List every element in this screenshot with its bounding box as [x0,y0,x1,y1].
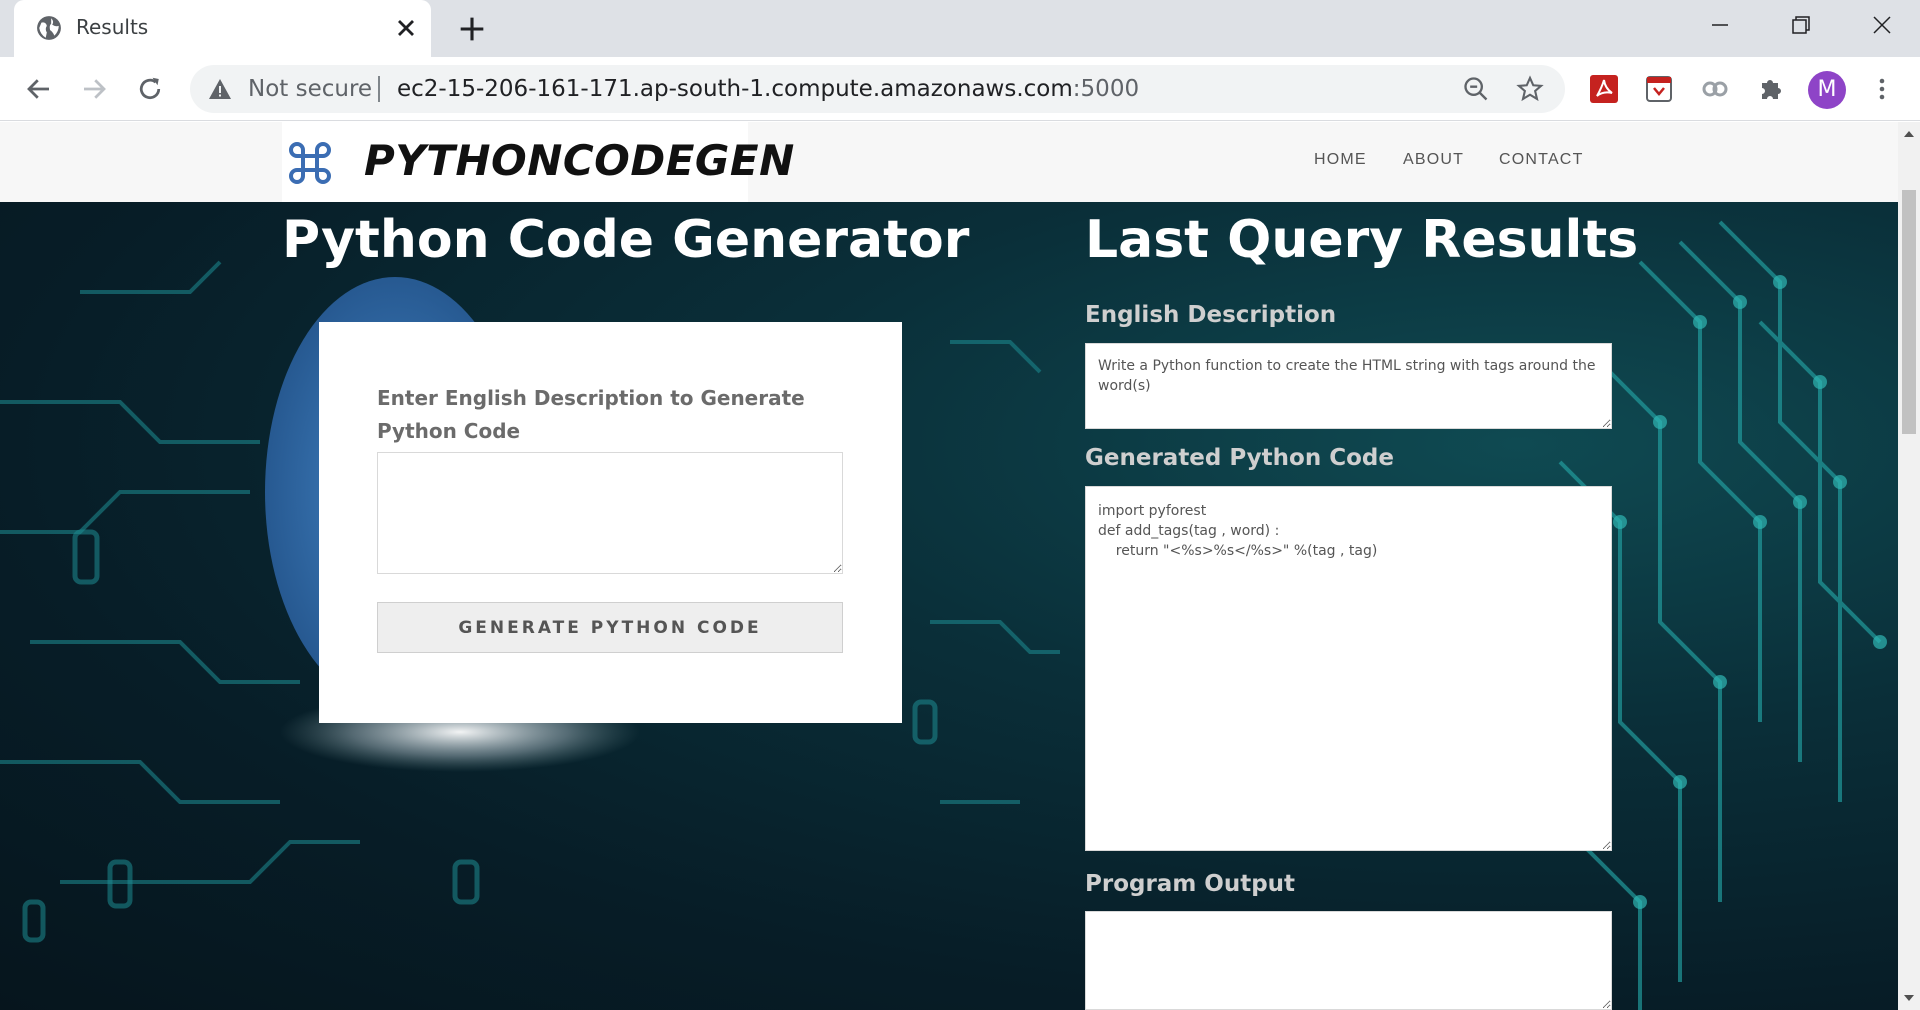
program-output-field[interactable] [1085,911,1612,1010]
nav-contact[interactable]: CONTACT [1499,151,1584,169]
logo-text: PYTHONCODEGEN [364,136,795,185]
warning-icon[interactable] [208,78,232,100]
url-port: :5000 [1072,76,1140,102]
pdf-extension-icon[interactable] [1588,73,1620,105]
shield-extension-icon[interactable] [1643,73,1675,105]
globe-icon [37,16,61,40]
hero-section: Python Code Generator Last Query Results… [0,202,1898,1010]
reload-icon[interactable] [135,74,165,104]
star-icon[interactable] [1516,75,1544,103]
site-logo[interactable]: PYTHONCODEGEN [282,122,794,202]
window-close-icon[interactable] [1862,10,1902,40]
zoom-out-icon[interactable] [1462,75,1490,103]
browser-toolbar: Not secure ec2-15-206-161-171.ap-south-1… [0,57,1920,121]
scrollbar-thumb[interactable] [1902,190,1916,434]
profile-avatar[interactable]: M [1808,71,1846,109]
nav-home[interactable]: HOME [1314,151,1367,169]
scroll-down-icon[interactable] [1903,992,1915,1004]
english-description-label: English Description [1085,302,1337,328]
browser-tab[interactable]: Results [14,0,431,57]
close-icon[interactable] [392,14,420,42]
description-input-label: Enter English Description to Generate Py… [377,386,805,443]
generator-title: Python Code Generator [282,210,970,270]
forward-icon[interactable] [79,74,109,104]
omnibox-divider [378,76,380,102]
address-bar[interactable]: Not secure ec2-15-206-161-171.ap-south-1… [190,65,1565,113]
generated-code-label: Generated Python Code [1085,445,1394,471]
generate-button[interactable]: GENERATE PYTHON CODE [377,602,843,653]
url-text[interactable]: ec2-15-206-161-171.ap-south-1.compute.am… [397,76,1139,102]
circuit-background [0,220,1887,1010]
page-scrollbar[interactable] [1898,122,1920,1010]
minimize-icon[interactable] [1700,10,1740,40]
tab-strip: Results [0,0,1920,57]
generator-form: Enter English Description to Generate Py… [319,322,902,723]
site-header: PYTHONCODEGEN HOME ABOUT CONTACT [0,122,1898,202]
back-icon[interactable] [24,74,54,104]
generated-code-field[interactable]: import pyforest def add_tags(tag , word)… [1085,486,1612,851]
security-status[interactable]: Not secure [248,76,372,102]
nav-about[interactable]: ABOUT [1403,151,1464,169]
results-title: Last Query Results [1085,210,1639,270]
tab-title: Results [76,15,149,39]
url-host: ec2-15-206-161-171.ap-south-1.compute.am… [397,76,1073,102]
menu-dots-icon[interactable] [1870,73,1894,105]
restore-icon[interactable] [1780,10,1820,40]
page-viewport: PYTHONCODEGEN HOME ABOUT CONTACT Python … [0,122,1898,1010]
glasses-extension-icon[interactable] [1699,73,1731,105]
english-description-field[interactable]: Write a Python function to create the HT… [1085,343,1612,429]
plus-icon[interactable] [455,12,489,46]
command-key-icon [289,142,331,184]
program-output-label: Program Output [1085,871,1296,897]
description-input[interactable] [377,452,843,574]
puzzle-icon[interactable] [1755,73,1787,105]
scroll-up-icon[interactable] [1903,128,1915,140]
